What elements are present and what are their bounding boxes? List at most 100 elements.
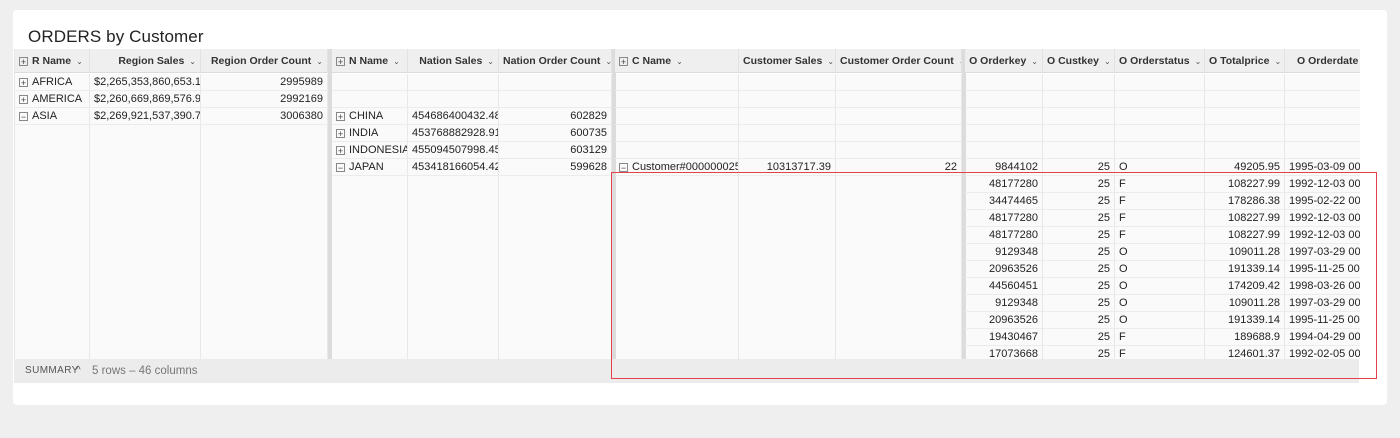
plus-box-icon[interactable]: + bbox=[336, 129, 345, 139]
cell-o-custkey[interactable]: 25 bbox=[1043, 329, 1115, 346]
cell-o-orderdate[interactable]: 1992-12-03 00:00:00 bbox=[1285, 227, 1360, 244]
cell-o-orderstatus[interactable]: F bbox=[1115, 346, 1205, 359]
minus-box-icon[interactable]: − bbox=[619, 163, 628, 173]
chevron-down-icon[interactable]: ⌄ bbox=[1104, 50, 1111, 72]
column-header-o_custkey[interactable]: O Custkey ⌄ bbox=[1043, 49, 1115, 73]
cell-region-sales[interactable]: $2,265,353,860,653.15 bbox=[90, 74, 201, 91]
cell-o-orderdate[interactable]: 1995-03-09 00:00:00 bbox=[1285, 159, 1360, 176]
cell-o-totalprice[interactable]: 189688.9 bbox=[1205, 329, 1285, 346]
column-header-region_sales[interactable]: Region Sales ⌄ bbox=[90, 49, 201, 73]
cell-n-name[interactable]: + INDONESIA bbox=[332, 142, 408, 159]
column-header-n_name[interactable]: + N Name ⌄ bbox=[332, 49, 408, 73]
cell-o-orderkey[interactable]: 20963526 bbox=[965, 261, 1043, 278]
cell-o-orderkey[interactable]: 17073668 bbox=[965, 346, 1043, 359]
cell-o-totalprice[interactable]: 109011.28 bbox=[1205, 295, 1285, 312]
cell-o-totalprice[interactable]: 178286.38 bbox=[1205, 193, 1285, 210]
cell-o-orderkey[interactable]: 48177280 bbox=[965, 176, 1043, 193]
cell-o-custkey[interactable]: 25 bbox=[1043, 210, 1115, 227]
cell-o-orderdate[interactable]: 1992-12-03 00:00:00 bbox=[1285, 210, 1360, 227]
cell-o-totalprice[interactable]: 174209.42 bbox=[1205, 278, 1285, 295]
cell-nation-sales[interactable]: 454686400432.48 bbox=[408, 108, 499, 125]
cell-region-sales[interactable]: $2,269,921,537,390.77 bbox=[90, 108, 201, 125]
cell-region-order-count[interactable]: 2995989 bbox=[201, 74, 328, 91]
plus-box-icon[interactable]: + bbox=[619, 57, 628, 67]
cell-o-custkey[interactable]: 25 bbox=[1043, 193, 1115, 210]
cell-region-order-count[interactable]: 3006380 bbox=[201, 108, 328, 125]
plus-box-icon[interactable]: + bbox=[336, 146, 345, 156]
summary-bar[interactable]: SUMMARY ^ 5 rows – 46 columns bbox=[14, 359, 1359, 383]
cell-o-custkey[interactable]: 25 bbox=[1043, 261, 1115, 278]
plus-box-icon[interactable]: + bbox=[336, 112, 345, 122]
cell-o-totalprice[interactable]: 191339.14 bbox=[1205, 261, 1285, 278]
cell-o-orderkey[interactable]: 19430467 bbox=[965, 329, 1043, 346]
chevron-down-icon[interactable]: ⌄ bbox=[827, 50, 834, 72]
cell-customer-sales[interactable]: 10313717.39 bbox=[739, 159, 836, 176]
chevron-up-icon[interactable]: ^ bbox=[76, 359, 81, 383]
cell-o-totalprice[interactable]: 124601.37 bbox=[1205, 346, 1285, 359]
cell-nation-order-count[interactable]: 602829 bbox=[499, 108, 612, 125]
cell-r-name[interactable]: + AMERICA bbox=[15, 91, 90, 108]
cell-o-orderdate[interactable]: 1995-02-22 00:00:00 bbox=[1285, 193, 1360, 210]
chevron-down-icon[interactable]: ⌄ bbox=[676, 50, 683, 72]
cell-o-orderkey[interactable]: 9129348 bbox=[965, 244, 1043, 261]
column-header-customer_sales[interactable]: Customer Sales ⌄ bbox=[739, 49, 836, 73]
cell-o-orderkey[interactable]: 9129348 bbox=[965, 295, 1043, 312]
cell-nation-order-count[interactable]: 603129 bbox=[499, 142, 612, 159]
cell-o-totalprice[interactable]: 191339.14 bbox=[1205, 312, 1285, 329]
cell-o-totalprice[interactable]: 49205.95 bbox=[1205, 159, 1285, 176]
cell-o-orderdate[interactable]: 1994-04-29 00:00:00 bbox=[1285, 329, 1360, 346]
cell-o-orderkey[interactable]: 48177280 bbox=[965, 227, 1043, 244]
cell-o-orderkey[interactable]: 20963526 bbox=[965, 312, 1043, 329]
plus-box-icon[interactable]: + bbox=[336, 57, 345, 67]
cell-o-custkey[interactable]: 25 bbox=[1043, 159, 1115, 176]
cell-nation-sales[interactable]: 453768882928.91 bbox=[408, 125, 499, 142]
column-header-customer_order_count[interactable]: Customer Order Count ⌄ bbox=[836, 49, 962, 73]
column-header-nation_sales[interactable]: Nation Sales ⌄ bbox=[408, 49, 499, 73]
chevron-down-icon[interactable]: ⌄ bbox=[1195, 50, 1202, 72]
plus-box-icon[interactable]: + bbox=[19, 95, 28, 105]
cell-o-orderdate[interactable]: 1997-03-29 00:00:00 bbox=[1285, 295, 1360, 312]
cell-o-orderkey[interactable]: 34474465 bbox=[965, 193, 1043, 210]
cell-o-orderdate[interactable]: 1992-02-05 00:00:00 bbox=[1285, 346, 1360, 359]
cell-r-name[interactable]: + AFRICA bbox=[15, 74, 90, 91]
minus-box-icon[interactable]: − bbox=[336, 163, 345, 173]
cell-region-order-count[interactable]: 2992169 bbox=[201, 91, 328, 108]
column-header-o_orderdate[interactable]: O Orderdate⌄ bbox=[1285, 49, 1360, 73]
minus-box-icon[interactable]: − bbox=[19, 112, 28, 122]
cell-o-orderstatus[interactable]: O bbox=[1115, 278, 1205, 295]
cell-n-name[interactable]: − JAPAN bbox=[332, 159, 408, 176]
cell-n-name[interactable]: + INDIA bbox=[332, 125, 408, 142]
chevron-down-icon[interactable]: ⌄ bbox=[1031, 50, 1038, 72]
cell-o-orderkey[interactable]: 48177280 bbox=[965, 210, 1043, 227]
cell-o-custkey[interactable]: 25 bbox=[1043, 312, 1115, 329]
cell-o-totalprice[interactable]: 109011.28 bbox=[1205, 244, 1285, 261]
cell-region-sales[interactable]: $2,260,669,869,576.98 bbox=[90, 91, 201, 108]
cell-customer-order-count[interactable]: 22 bbox=[836, 159, 962, 176]
chevron-down-icon[interactable]: ⌄ bbox=[76, 50, 83, 72]
column-header-c_name[interactable]: + C Name ⌄ bbox=[615, 49, 739, 73]
plus-box-icon[interactable]: + bbox=[19, 78, 28, 88]
cell-o-custkey[interactable]: 25 bbox=[1043, 176, 1115, 193]
cell-c-name[interactable]: − Customer#000000025 bbox=[615, 159, 739, 176]
chevron-down-icon[interactable]: ⌄ bbox=[1274, 50, 1281, 72]
cell-o-orderstatus[interactable]: O bbox=[1115, 312, 1205, 329]
cell-o-orderstatus[interactable]: O bbox=[1115, 244, 1205, 261]
cell-o-orderdate[interactable]: 1995-11-25 00:00:00 bbox=[1285, 261, 1360, 278]
chevron-down-icon[interactable]: ⌄ bbox=[393, 50, 400, 72]
cell-o-custkey[interactable]: 25 bbox=[1043, 227, 1115, 244]
cell-o-custkey[interactable]: 25 bbox=[1043, 346, 1115, 359]
cell-r-name[interactable]: − ASIA bbox=[15, 108, 90, 125]
cell-o-orderkey[interactable]: 9844102 bbox=[965, 159, 1043, 176]
cell-o-orderstatus[interactable]: F bbox=[1115, 227, 1205, 244]
cell-o-orderdate[interactable]: 1995-11-25 00:00:00 bbox=[1285, 312, 1360, 329]
plus-box-icon[interactable]: + bbox=[19, 57, 28, 67]
cell-o-orderstatus[interactable]: O bbox=[1115, 261, 1205, 278]
cell-o-orderkey[interactable]: 44560451 bbox=[965, 278, 1043, 295]
cell-nation-order-count[interactable]: 599628 bbox=[499, 159, 612, 176]
chevron-down-icon[interactable]: ⌄ bbox=[605, 50, 611, 72]
chevron-down-icon[interactable]: ⌄ bbox=[487, 50, 494, 72]
column-header-o_orderkey[interactable]: O Orderkey ⌄ bbox=[965, 49, 1043, 73]
cell-o-totalprice[interactable]: 108227.99 bbox=[1205, 176, 1285, 193]
cell-o-totalprice[interactable]: 108227.99 bbox=[1205, 210, 1285, 227]
cell-o-orderstatus[interactable]: F bbox=[1115, 176, 1205, 193]
